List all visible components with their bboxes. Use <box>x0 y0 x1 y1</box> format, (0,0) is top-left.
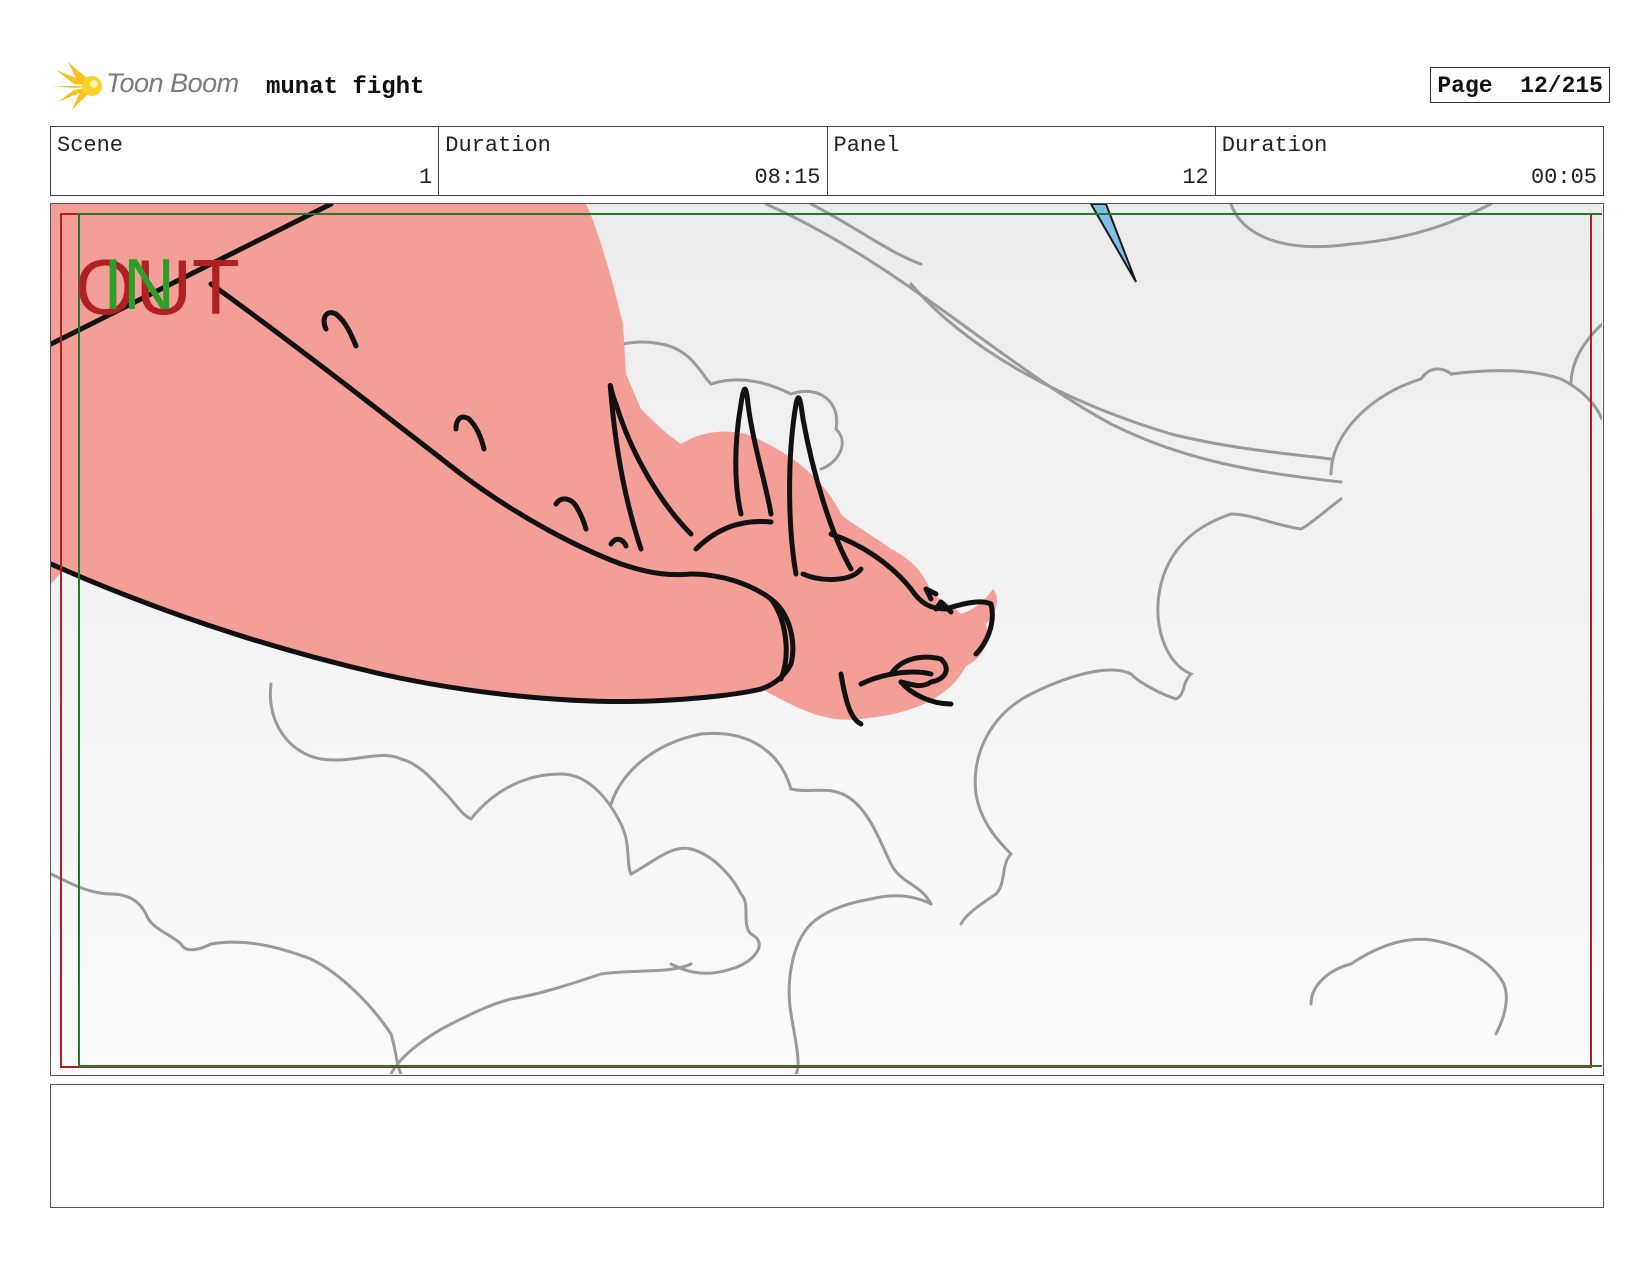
scene-value: 1 <box>419 165 433 190</box>
panel-duration-label: Duration <box>1221 133 1328 158</box>
scene-duration-label: Duration <box>445 133 551 158</box>
panel-cell: Panel 12 <box>828 127 1216 195</box>
panel-info-table: Scene 1 Duration 08:15 Panel 12 Duration… <box>50 126 1604 196</box>
starburst-icon <box>52 62 102 110</box>
toon-boom-logo: Toon Boom <box>50 58 250 114</box>
panel-label: Panel <box>833 133 900 158</box>
scene-label: Scene <box>57 133 124 158</box>
storyboard-header: Toon Boom munat fight Page 12/215 <box>50 58 1610 114</box>
page-number: 12/215 <box>1520 73 1603 99</box>
scene-duration-cell: Duration 08:15 <box>439 127 828 195</box>
panel-duration-value: 00:05 <box>1530 165 1597 190</box>
page-label: Page <box>1437 73 1493 99</box>
in-label: IN <box>103 245 175 325</box>
panel-duration-cell: Duration 00:05 <box>1216 127 1603 195</box>
scene-cell: Scene 1 <box>51 127 440 195</box>
panel-notes-box[interactable] <box>50 1084 1604 1208</box>
storyboard-panel[interactable]: OUT IN <box>50 203 1604 1076</box>
panel-value: 12 <box>1182 165 1209 190</box>
page-indicator: Page 12/215 <box>1430 67 1610 103</box>
project-title: munat fight <box>266 74 425 101</box>
scene-duration-value: 08:15 <box>754 165 821 190</box>
panel-artwork: OUT IN <box>51 204 1602 1074</box>
brand-name: Toon Boom <box>106 68 239 98</box>
